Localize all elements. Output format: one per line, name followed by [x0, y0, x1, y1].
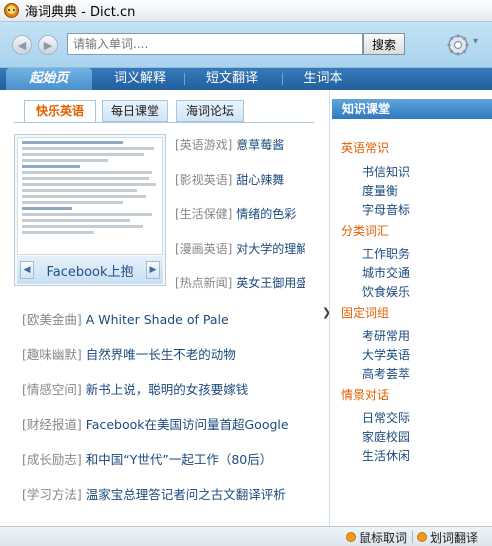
article-title[interactable]: 甜心辣舞	[236, 173, 284, 187]
title-bar: 海词典典 - Dict.cn	[0, 0, 492, 22]
article-category: [生活保健]	[175, 207, 233, 221]
list-item[interactable]: [漫画英语] 对大学的理解	[175, 240, 305, 275]
article-category: [学习方法]	[22, 487, 82, 502]
forward-button[interactable]: ▶	[38, 35, 58, 55]
tab-divider	[184, 73, 185, 85]
toolbar: ◀ ▶ 搜索 ▾	[0, 22, 492, 68]
section-dialogues[interactable]: 情景对话	[341, 386, 389, 403]
list-item[interactable]: [成长励志] 和中国“Y世代”一起工作（80后）	[22, 451, 322, 486]
article-category: [漫画英语]	[175, 241, 233, 256]
subtab-forum[interactable]: 海词论坛	[176, 100, 244, 122]
link-gaokao[interactable]: 高考荟萃	[362, 365, 410, 382]
list-item[interactable]: [学习方法] 温家宝总理答记者问之古文翻译评析	[22, 486, 322, 521]
tab-start-page[interactable]: 起始页	[6, 68, 92, 90]
link-life-leisure[interactable]: 生活休闲	[362, 447, 410, 464]
article-title[interactable]: Facebook在美国访问量首超Google	[86, 417, 289, 432]
knowledge-panel: 知识课堂 英语常识 书信知识 度量衡 字母音标 分类词汇 工作职务 城市交通 饮…	[329, 90, 492, 526]
prev-featured-button[interactable]: ◀	[20, 261, 34, 279]
link-phonetics[interactable]: 字母音标	[362, 201, 410, 218]
article-category: [财经报道]	[22, 417, 82, 432]
app-logo-icon	[4, 3, 19, 18]
article-category: [欧美金曲]	[22, 312, 82, 327]
list-item[interactable]: [欧美金曲] A Whiter Shade of Pale	[22, 311, 322, 346]
mouse-lookup-toggle[interactable]: 鼠标取词	[346, 529, 407, 545]
mouse-lookup-icon	[346, 532, 356, 542]
link-city-traffic[interactable]: 城市交通	[362, 264, 410, 281]
article-title[interactable]: 对大学的理解	[236, 242, 305, 256]
article-title[interactable]: 和中国“Y世代”一起工作（80后）	[86, 452, 273, 467]
article-category: [英语游戏]	[175, 138, 233, 152]
tab-divider	[282, 73, 283, 85]
status-bar: 鼠标取词 划词翻译	[0, 526, 492, 546]
section-fixed-phrases[interactable]: 固定词组	[341, 304, 389, 321]
knowledge-header: 知识课堂	[332, 99, 492, 119]
arrow-right-icon: ▶	[43, 38, 53, 52]
subtab-underline	[14, 122, 314, 123]
list-item[interactable]: [生活保健] 情绪的色彩	[175, 205, 305, 240]
list-item[interactable]: [趣味幽默] 自然界唯一长生不老的动物	[22, 346, 322, 381]
link-postgrad-exam[interactable]: 考研常用	[362, 327, 410, 344]
arrow-left-icon: ◀	[17, 38, 27, 52]
window-title: 海词典典 - Dict.cn	[25, 5, 136, 20]
article-title[interactable]: 意草莓酱	[236, 138, 284, 152]
list-item[interactable]: [财经报道] Facebook在美国访问量首超Google	[22, 416, 322, 451]
tab-text-translation[interactable]: 短文翻译	[192, 68, 272, 90]
article-title[interactable]: 新书上说，聪明的女孩要嫁钱	[86, 382, 249, 397]
next-featured-button[interactable]: ▶	[146, 261, 160, 279]
main-tabs: 起始页 词义解释 短文翻译 生词本	[0, 68, 492, 90]
settings-dropdown-arrow-icon[interactable]: ▾	[473, 36, 478, 47]
mouse-lookup-label: 鼠标取词	[359, 530, 408, 545]
list-item[interactable]: [影视英语] 甜心辣舞	[175, 171, 305, 206]
link-letter-knowledge[interactable]: 书信知识	[362, 163, 410, 180]
content-pane: 快乐英语 每日课堂 海词论坛 ◀ Facebook上抱 ▶ [英语游戏] 意草莓…	[0, 90, 331, 526]
list-item[interactable]: [英语游戏] 意草莓酱	[175, 136, 305, 171]
featured-caption[interactable]: Facebook上抱	[46, 261, 133, 280]
gear-icon[interactable]	[446, 33, 470, 57]
select-translate-label: 划词翻译	[430, 530, 479, 545]
search-button[interactable]: 搜索	[363, 33, 405, 55]
select-translate-toggle[interactable]: 划词翻译	[417, 529, 478, 545]
article-category: [影视英语]	[175, 172, 233, 187]
list-item[interactable]: [情感空间] 新书上说，聪明的女孩要嫁钱	[22, 381, 322, 416]
article-category: [情感空间]	[22, 382, 82, 397]
article-category: [热点新闻]	[175, 276, 233, 290]
tab-word-meaning[interactable]: 词义解释	[100, 68, 180, 90]
subtab-daily-class[interactable]: 每日课堂	[102, 100, 168, 122]
article-title[interactable]: A Whiter Shade of Pale	[86, 312, 229, 327]
article-title[interactable]: 温家宝总理答记者问之古文翻译评析	[86, 487, 286, 502]
tab-vocabulary-book[interactable]: 生词本	[288, 68, 358, 90]
side-article-list: [英语游戏] 意草莓酱 [影视英语] 甜心辣舞 [生活保健] 情绪的色彩 [漫画…	[175, 136, 305, 309]
section-english-basics[interactable]: 英语常识	[341, 139, 389, 156]
article-category: [趣味幽默]	[22, 347, 82, 362]
article-title[interactable]: 英女王御用盛装	[236, 276, 305, 290]
link-home-campus[interactable]: 家庭校园	[362, 428, 410, 445]
article-list: [欧美金曲] A Whiter Shade of Pale [趣味幽默] 自然界…	[22, 311, 322, 521]
statusbar-divider	[412, 531, 413, 543]
link-college-english[interactable]: 大学英语	[362, 346, 410, 363]
search-input[interactable]	[67, 33, 363, 55]
list-item[interactable]: [热点新闻] 英女王御用盛装	[175, 274, 305, 309]
select-translate-icon	[417, 532, 427, 542]
article-category: [成长励志]	[22, 452, 82, 467]
article-title[interactable]: 自然界唯一长生不老的动物	[86, 347, 236, 362]
featured-caption-bar: ◀ Facebook上抱 ▶	[17, 256, 163, 284]
link-daily-communication[interactable]: 日常交际	[362, 409, 410, 426]
subtab-happy-english[interactable]: 快乐英语	[24, 100, 96, 123]
featured-thumbnail	[17, 137, 163, 255]
back-button[interactable]: ◀	[12, 35, 32, 55]
article-title[interactable]: 情绪的色彩	[236, 207, 296, 221]
link-food-entertainment[interactable]: 饮食娱乐	[362, 283, 410, 300]
section-category-vocab[interactable]: 分类词汇	[341, 222, 389, 239]
featured-card[interactable]: ◀ Facebook上抱 ▶	[14, 134, 166, 286]
link-job-titles[interactable]: 工作职务	[362, 245, 410, 262]
link-measures[interactable]: 度量衡	[362, 182, 398, 199]
